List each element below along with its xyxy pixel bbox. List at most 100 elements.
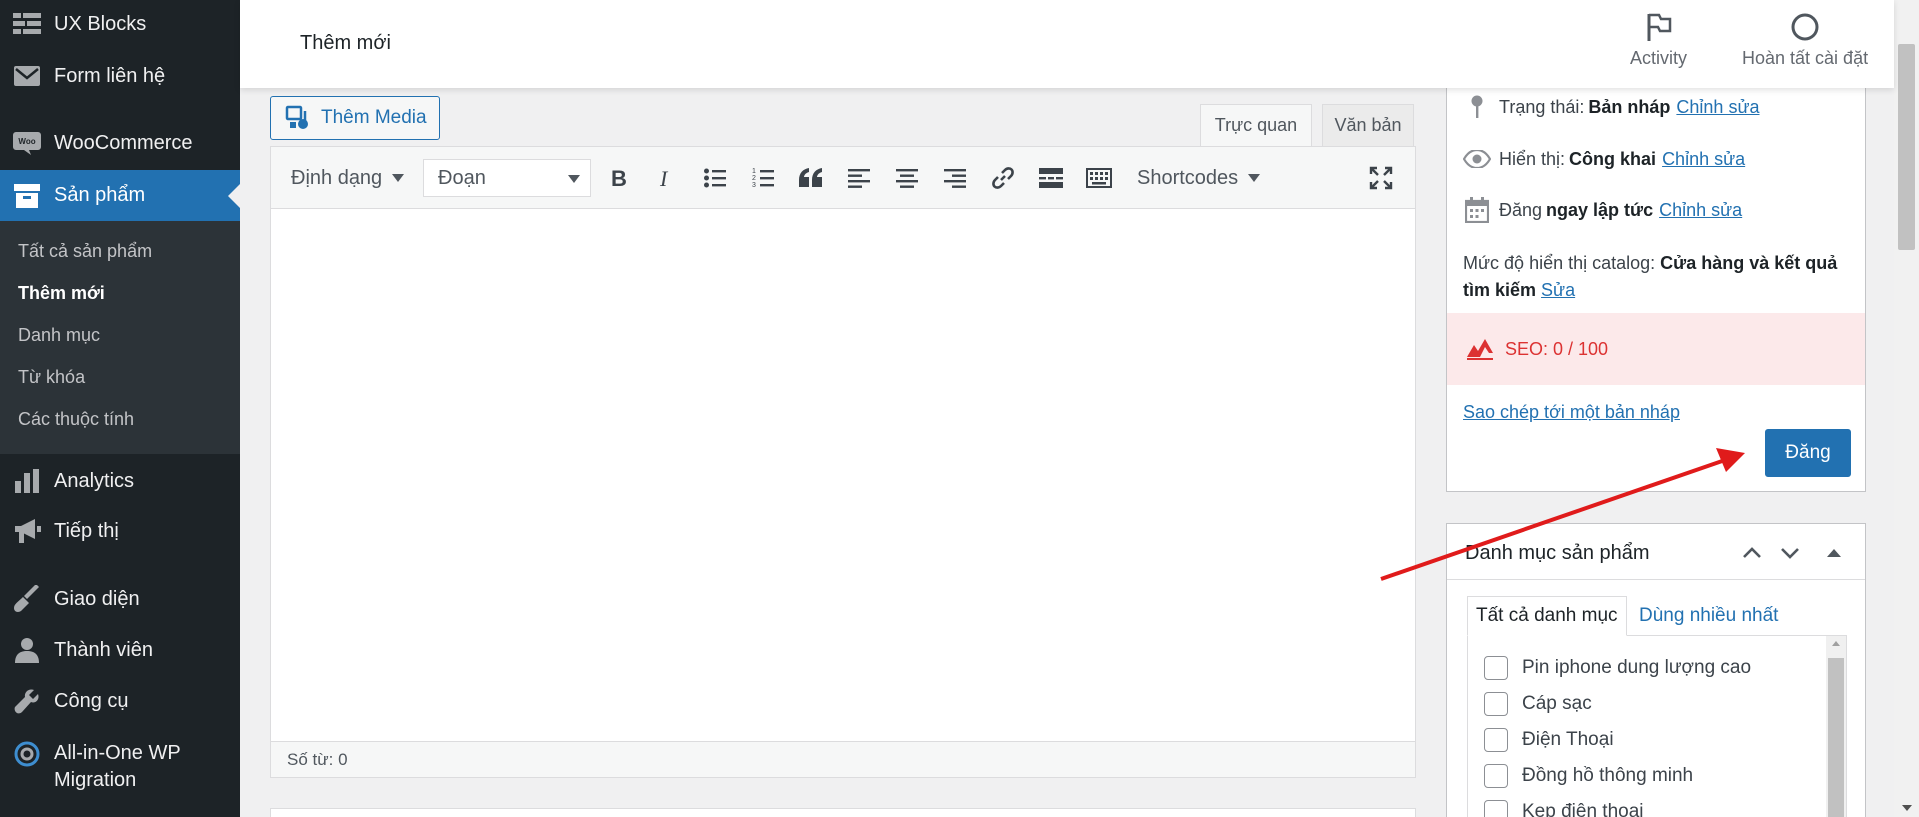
- chevron-down-icon: [1781, 548, 1799, 559]
- italic-button[interactable]: I: [652, 163, 682, 193]
- copy-to-draft-link[interactable]: Sao chép tới một bản nháp: [1463, 402, 1680, 423]
- numbered-list-button[interactable]: 123: [748, 163, 778, 193]
- scrollbar-thumb[interactable]: [1828, 658, 1844, 817]
- seo-score: SEO: 0 / 100: [1505, 338, 1609, 359]
- grid-icon: [12, 10, 42, 38]
- submenu-item-tags[interactable]: Từ khóa: [18, 367, 85, 388]
- page-header: Thêm mới Activity Hoàn tất cài đặt: [240, 0, 1894, 88]
- sidebar-item-cong-cu[interactable]: Công cụ: [0, 676, 240, 726]
- publish-prefix: Đăng: [1499, 199, 1543, 220]
- sidebar-item-san-pham[interactable]: Sản phẩm: [0, 170, 240, 221]
- megaphone-icon: [12, 517, 42, 545]
- shortcodes-dropdown[interactable]: Shortcodes: [1137, 159, 1261, 197]
- align-left-button[interactable]: [844, 163, 874, 193]
- scroll-up-arrow-icon: [1832, 641, 1840, 646]
- sidebar-item-all-in-one-migration[interactable]: All-in-One WP Migration: [0, 732, 240, 802]
- progress-circle-icon: [1791, 13, 1819, 41]
- eye-icon: [1463, 146, 1491, 172]
- flag-icon: [1647, 13, 1671, 41]
- paragraph-select[interactable]: Đoạn: [423, 159, 591, 197]
- seo-score-row: SEO: 0 / 100: [1447, 313, 1865, 385]
- sidebar-item-label: Thành viên: [54, 638, 153, 661]
- submenu-item-attributes[interactable]: Các thuộc tính: [18, 409, 134, 430]
- edit-date-link[interactable]: Chỉnh sửa: [1659, 200, 1742, 221]
- mail-icon: [12, 62, 42, 90]
- sidebar-item-ux-blocks[interactable]: UX Blocks: [0, 0, 240, 48]
- status-prefix: Trạng thái:: [1499, 96, 1585, 117]
- sidebar-item-giao-dien[interactable]: Giao diện: [0, 574, 240, 624]
- sidebar-item-thanh-vien[interactable]: Thành viên: [0, 625, 240, 675]
- bullet-list-button[interactable]: [700, 163, 730, 193]
- align-center-button[interactable]: [892, 163, 922, 193]
- toolbar-toggle-button[interactable]: [1084, 163, 1114, 193]
- categories-box-title: Danh mục sản phẩm: [1465, 542, 1650, 564]
- chevron-up-icon: [1743, 547, 1761, 558]
- toggle-panel-button[interactable]: [1819, 538, 1849, 568]
- keyboard-icon: [1086, 168, 1112, 188]
- insert-link-button[interactable]: [988, 163, 1018, 193]
- next-metabox: [270, 808, 1416, 817]
- add-media-button[interactable]: Thêm Media: [270, 96, 440, 140]
- visibility-row: Hiển thị: Công khai Chỉnh sửa: [1463, 146, 1745, 172]
- bold-icon: B: [611, 167, 627, 189]
- edit-status-link[interactable]: Chỉnh sửa: [1676, 97, 1759, 118]
- visibility-value: Công khai: [1569, 148, 1657, 169]
- fullscreen-button[interactable]: [1366, 163, 1396, 193]
- editor-content-area[interactable]: [271, 209, 1415, 741]
- window-scrollbar[interactable]: [1894, 0, 1919, 817]
- submenu-item-categories[interactable]: Danh mục: [18, 325, 100, 346]
- category-checkbox[interactable]: [1484, 800, 1508, 817]
- tab-text[interactable]: Văn bản: [1322, 104, 1414, 146]
- read-more-button[interactable]: [1036, 163, 1066, 193]
- add-media-label: Thêm Media: [321, 107, 427, 128]
- submenu-item-all-products[interactable]: Tất cả sản phẩm: [18, 241, 152, 262]
- activity-button[interactable]: Activity: [1630, 12, 1687, 69]
- move-up-button[interactable]: [1737, 538, 1767, 568]
- window-scrollbar-thumb[interactable]: [1898, 44, 1915, 250]
- submenu-item-add-new[interactable]: Thêm mới: [18, 283, 105, 304]
- sidebar-item-label-line1: All-in-One WP: [54, 742, 181, 764]
- align-right-button[interactable]: [940, 163, 970, 193]
- publish-button[interactable]: Đăng: [1765, 429, 1851, 477]
- category-item: Kẹp điện thoại: [1484, 800, 1644, 817]
- svg-text:3: 3: [752, 182, 756, 189]
- sidebar-item-tiep-thi[interactable]: Tiếp thị: [0, 506, 240, 556]
- tab-visual[interactable]: Trực quan: [1200, 104, 1312, 146]
- shortcodes-label: Shortcodes: [1137, 166, 1239, 189]
- categories-box-header: Danh mục sản phẩm: [1447, 524, 1865, 580]
- editor-statusbar: Số từ: 0: [271, 741, 1415, 777]
- category-label: Kẹp điện thoại: [1522, 801, 1644, 817]
- tab-all-categories[interactable]: Tất cả danh mục: [1467, 596, 1627, 636]
- category-label: Pin iphone dung lượng cao: [1522, 657, 1752, 678]
- tab-most-used[interactable]: Dùng nhiều nhất: [1631, 596, 1786, 636]
- migration-icon: [12, 740, 42, 768]
- finish-setup-button[interactable]: Hoàn tất cài đặt: [1742, 12, 1868, 69]
- svg-text:B: B: [611, 167, 627, 189]
- category-checkbox[interactable]: [1484, 728, 1508, 752]
- catalog-visibility: Mức độ hiển thị catalog: Cửa hàng và kết…: [1463, 250, 1853, 304]
- category-item: Đồng hồ thông minh: [1484, 764, 1693, 788]
- format-dropdown-label: Định dạng: [291, 166, 383, 189]
- category-checkbox[interactable]: [1484, 692, 1508, 716]
- italic-icon: I: [659, 167, 669, 189]
- media-icon: [285, 105, 308, 129]
- edit-visibility-link[interactable]: Chỉnh sửa: [1662, 149, 1745, 170]
- scroll-down-arrow-icon[interactable]: [1902, 805, 1912, 811]
- format-dropdown[interactable]: Định dạng: [291, 159, 405, 197]
- edit-catalog-link[interactable]: Sửa: [1541, 280, 1575, 300]
- sidebar-item-analytics[interactable]: Analytics: [0, 456, 240, 506]
- bold-button[interactable]: B: [604, 163, 634, 193]
- seo-plugin-icon: [1467, 339, 1493, 360]
- categories-scrollbar[interactable]: [1826, 636, 1846, 817]
- category-label: Đồng hồ thông minh: [1522, 765, 1694, 786]
- align-left-icon: [848, 169, 870, 188]
- link-icon: [992, 167, 1014, 189]
- sidebar-item-woocommerce[interactable]: Woo WooCommerce: [0, 118, 240, 168]
- move-down-button[interactable]: [1775, 538, 1805, 568]
- paragraph-select-value: Đoạn: [438, 166, 486, 189]
- category-checkbox[interactable]: [1484, 656, 1508, 680]
- blockquote-button[interactable]: [796, 163, 826, 193]
- category-checkbox[interactable]: [1484, 764, 1508, 788]
- sidebar-item-form-lien-he[interactable]: Form liên hệ: [0, 51, 240, 101]
- sidebar-item-label: WooCommerce: [54, 131, 193, 154]
